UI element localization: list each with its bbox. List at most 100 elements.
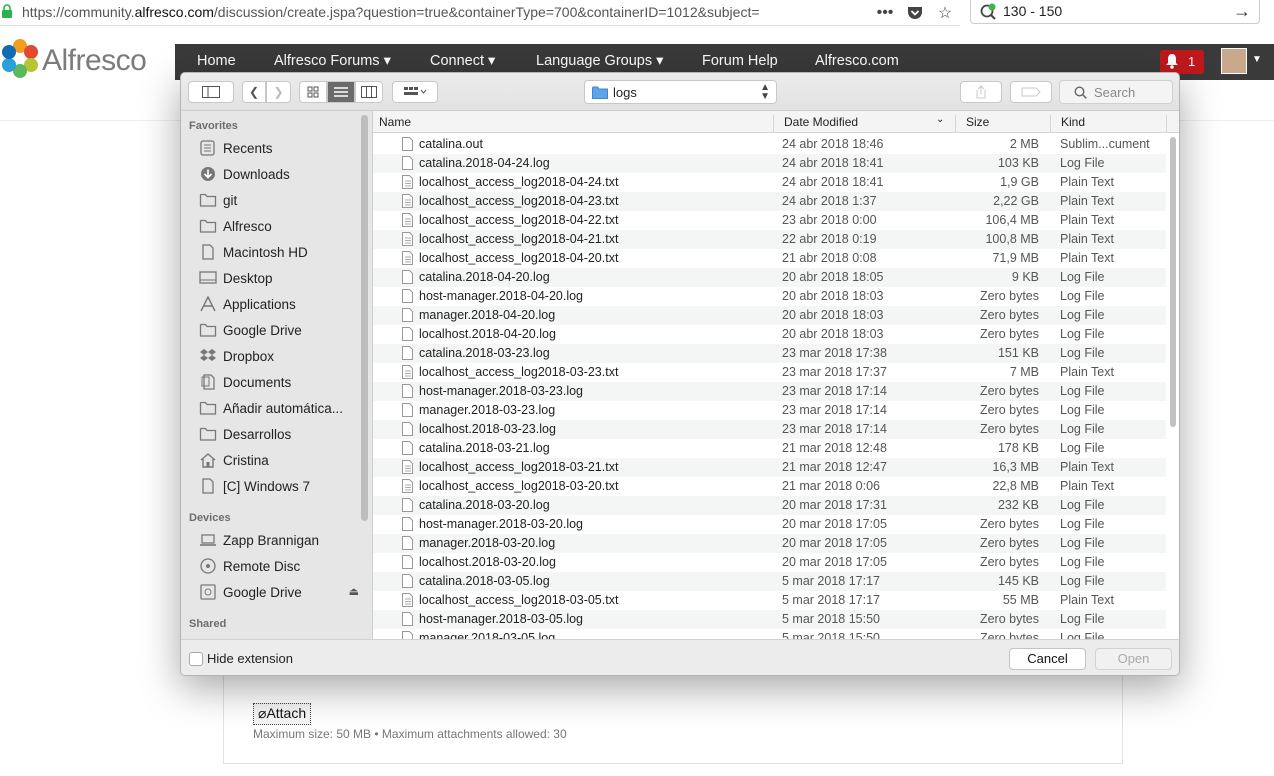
file-row[interactable]: localhost_access_log2018-04-23.txt 24 abr… <box>373 192 1166 211</box>
column-view-button[interactable] <box>355 81 383 103</box>
sidebar-scrollbar[interactable] <box>361 115 368 521</box>
eject-icon[interactable]: ⏏ <box>349 585 359 598</box>
cancel-button[interactable]: Cancel <box>1009 648 1086 670</box>
group-by-button[interactable] <box>392 81 438 103</box>
file-row[interactable]: catalina.2018-03-05.log 5 mar 2018 17:17 1… <box>373 572 1166 591</box>
nav-forum-help[interactable]: Forum Help <box>702 53 778 69</box>
nav-connect[interactable]: Connect ▾ <box>430 53 495 69</box>
nav-home[interactable]: Home <box>197 53 236 69</box>
file-row[interactable]: localhost_access_log2018-04-21.txt 22 abr… <box>373 230 1166 249</box>
column-separator[interactable] <box>1166 115 1167 133</box>
go-arrow-icon[interactable]: → <box>1233 1 1251 22</box>
file-row[interactable]: localhost_access_log2018-03-23.txt 23 mar… <box>373 363 1166 382</box>
favorites-item[interactable]: Cristina <box>199 449 361 471</box>
browser-search-bar[interactable]: 130 - 150 → <box>970 0 1260 24</box>
forward-button[interactable]: ❯ <box>266 81 291 103</box>
file-row[interactable]: manager.2018-03-23.log 23 mar 2018 17:14 Z… <box>373 401 1166 420</box>
file-row[interactable]: catalina.2018-03-23.log 23 mar 2018 17:38… <box>373 344 1166 363</box>
file-kind: Sublim...cument <box>1060 137 1150 151</box>
column-separator[interactable] <box>773 115 774 133</box>
notifications-button[interactable]: 1 <box>1160 50 1204 74</box>
column-separator[interactable] <box>955 115 956 133</box>
file-row[interactable]: localhost_access_log2018-03-20.txt 21 mar… <box>373 477 1166 496</box>
favorites-item[interactable]: Recents <box>199 137 361 159</box>
bookmark-star-icon[interactable]: ☆ <box>936 4 954 22</box>
folder-path-popup[interactable]: logs ▲ ▼ <box>584 80 777 104</box>
devices-item[interactable]: Zapp Brannigan <box>199 529 361 551</box>
column-kind[interactable]: Kind <box>1061 115 1085 129</box>
attach-button[interactable]: ⌀Attach <box>253 703 312 725</box>
file-row[interactable]: localhost.2018-04-20.log 20 abr 2018 18:0… <box>373 325 1166 344</box>
file-kind: Log File <box>1060 517 1105 531</box>
list-view-button[interactable] <box>327 81 355 103</box>
browser-url-bar[interactable]: https://community.alfresco.com/discussio… <box>0 0 960 26</box>
alfresco-logo[interactable]: Alfresco <box>0 36 160 84</box>
file-list-scrollbar[interactable] <box>1169 137 1177 637</box>
file-row[interactable]: catalina.out 24 abr 2018 18:46 2 MB Sublim.… <box>373 135 1166 154</box>
column-size[interactable]: Size <box>966 115 989 129</box>
pocket-icon[interactable] <box>906 4 924 22</box>
file-row[interactable]: catalina.2018-03-20.log 20 mar 2018 17:31… <box>373 496 1166 515</box>
file-row[interactable]: manager.2018-03-05.log 5 mar 2018 15:50 Ze… <box>373 629 1166 639</box>
file-row[interactable]: localhost_access_log2018-03-05.txt 5 mar … <box>373 591 1166 610</box>
favorites-item[interactable]: git <box>199 189 361 211</box>
file-date: 24 abr 2018 18:41 <box>782 156 884 170</box>
favorites-item[interactable]: [C] Windows 7 <box>199 475 361 497</box>
sidebar-toggle-button[interactable] <box>188 81 234 103</box>
favorites-item[interactable]: Macintosh HD <box>199 241 361 263</box>
hide-extension-label[interactable]: Hide extension <box>207 651 293 666</box>
favorites-item[interactable]: Google Drive <box>199 319 361 341</box>
file-name: catalina.2018-04-20.log <box>419 270 550 284</box>
file-row[interactable]: localhost_access_log2018-03-21.txt 21 mar… <box>373 458 1166 477</box>
column-name[interactable]: Name <box>379 115 411 129</box>
file-row[interactable]: manager.2018-04-20.log 20 abr 2018 18:03 Z… <box>373 306 1166 325</box>
favorites-item[interactable]: Añadir automática... <box>199 397 361 419</box>
file-row[interactable]: localhost_access_log2018-04-24.txt 24 abr… <box>373 173 1166 192</box>
devices-item[interactable]: Google Drive ⏏ <box>199 581 361 603</box>
file-row[interactable]: catalina.2018-04-24.log 24 abr 2018 18:41… <box>373 154 1166 173</box>
file-row[interactable]: catalina.2018-04-20.log 20 abr 2018 18:05… <box>373 268 1166 287</box>
downloads-icon <box>199 166 217 182</box>
nav-language-groups[interactable]: Language Groups ▾ <box>536 53 663 69</box>
file-row[interactable]: localhost.2018-03-20.log 20 mar 2018 17:0… <box>373 553 1166 572</box>
file-row[interactable]: manager.2018-03-20.log 20 mar 2018 17:05 Z… <box>373 534 1166 553</box>
chevron-down-icon[interactable]: ▼ <box>1252 54 1262 65</box>
url-text[interactable]: https://community.alfresco.com/discussio… <box>22 4 760 20</box>
devices-item[interactable]: Remote Disc <box>199 555 361 577</box>
favorites-item[interactable]: Downloads <box>199 163 361 185</box>
file-row[interactable]: localhost.2018-03-23.log 23 mar 2018 17:1… <box>373 420 1166 439</box>
dialog-search-field[interactable]: Search <box>1059 80 1173 104</box>
avatar[interactable] <box>1221 48 1247 74</box>
file-row[interactable]: host-manager.2018-04-20.log 20 abr 2018 1… <box>373 287 1166 306</box>
favorites-item[interactable]: Alfresco <box>199 215 361 237</box>
file-row[interactable]: localhost_access_log2018-04-22.txt 23 abr… <box>373 211 1166 230</box>
file-row[interactable]: host-manager.2018-03-05.log 5 mar 2018 15… <box>373 610 1166 629</box>
sort-chevron-icon[interactable]: ⌄ <box>936 114 944 125</box>
favorites-item[interactable]: Applications <box>199 293 361 315</box>
hide-extension-checkbox[interactable] <box>189 652 203 666</box>
search-query[interactable]: 130 - 150 <box>1003 3 1062 19</box>
open-button[interactable]: Open <box>1095 648 1172 670</box>
column-date-modified[interactable]: Date Modified <box>784 115 858 129</box>
column-separator[interactable] <box>1050 115 1051 133</box>
file-row[interactable]: catalina.2018-03-21.log 21 mar 2018 12:48… <box>373 439 1166 458</box>
back-button[interactable]: ❮ <box>242 81 266 103</box>
favorites-item[interactable]: Documents <box>199 371 361 393</box>
file-icon <box>402 555 413 569</box>
favorites-item[interactable]: Desktop <box>199 267 361 289</box>
file-row[interactable]: localhost_access_log2018-04-20.txt 21 abr… <box>373 249 1166 268</box>
file-size: 103 KB <box>997 156 1039 170</box>
share-button[interactable] <box>960 81 1002 103</box>
nav-forums[interactable]: Alfresco Forums ▾ <box>274 53 391 69</box>
file-kind: Log File <box>1060 422 1105 436</box>
icon-view-button[interactable] <box>299 81 327 103</box>
nav-alfresco-com[interactable]: Alfresco.com <box>815 53 899 69</box>
tag-button[interactable] <box>1010 81 1052 103</box>
favorites-item[interactable]: Dropbox <box>199 345 361 367</box>
favorites-item[interactable]: Desarrollos <box>199 423 361 445</box>
file-row[interactable]: host-manager.2018-03-20.log 20 mar 2018 1… <box>373 515 1166 534</box>
file-row[interactable]: host-manager.2018-03-23.log 23 mar 2018 1… <box>373 382 1166 401</box>
file-name: catalina.2018-03-05.log <box>419 574 550 588</box>
more-actions-icon[interactable]: ••• <box>876 4 894 22</box>
scroll-thumb[interactable] <box>1170 137 1176 427</box>
